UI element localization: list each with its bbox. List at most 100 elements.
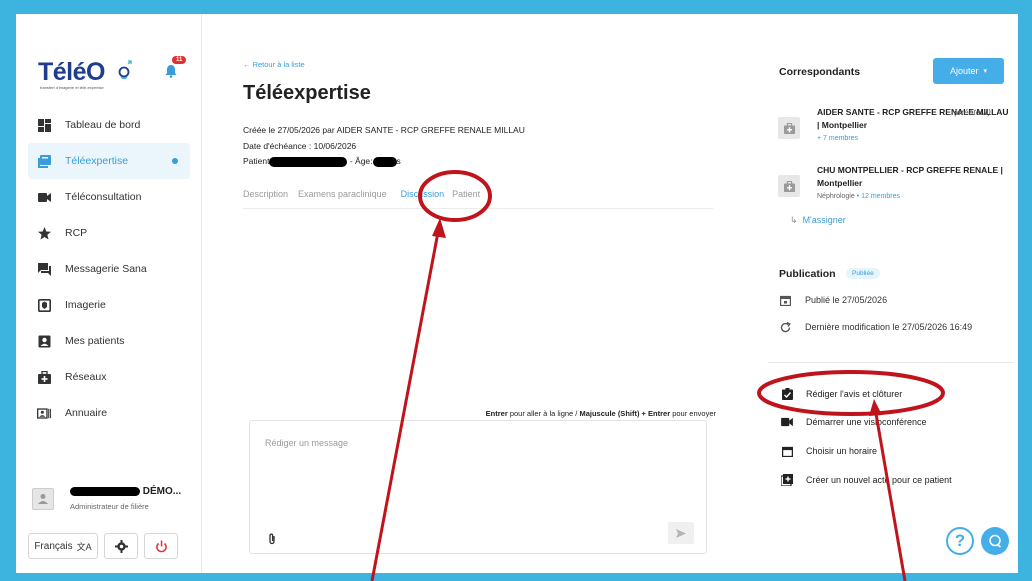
question-icon: ?: [954, 531, 966, 550]
app-logo[interactable]: TéléO: [38, 58, 105, 87]
clipboard-check-icon: [781, 388, 793, 400]
sidebar-item-mes-patients[interactable]: Mes patients: [16, 323, 202, 359]
last-modified-label: Dernière modification le 27/05/2026 16:4…: [805, 322, 973, 332]
redacted-age: [372, 156, 397, 167]
write-opinion-and-close-action[interactable]: Rédiger l'avis et clôturer: [781, 388, 902, 400]
page-title: Téléexpertise: [243, 82, 371, 104]
help-button[interactable]: ?: [946, 527, 974, 555]
divider: [768, 362, 1013, 363]
members-count: • 12 membres: [854, 193, 900, 200]
tab-patient[interactable]: Patient: [452, 189, 480, 209]
avatar: [32, 488, 54, 510]
logout-button[interactable]: [144, 533, 178, 559]
logo-mark-icon: [118, 60, 132, 80]
correspondent-name: AIDER SANTE - RCP GREFFE RENALE MILLAU |…: [817, 106, 1012, 132]
hint-text: pour aller à la ligne /: [507, 409, 580, 418]
chat-bubble-icon: [989, 534, 1001, 548]
sidebar-item-teleexpertise[interactable]: Téléexpertise: [28, 143, 190, 179]
sidebar-item-label: Tableau de bord: [65, 119, 141, 131]
patient-badge-icon: [37, 334, 51, 348]
sidebar-item-tableau-de-bord[interactable]: Tableau de bord: [16, 107, 202, 143]
hint-text-send: pour envoyer: [670, 409, 716, 418]
create-new-act-action[interactable]: Créer un nouvel acte pour ce patient: [781, 474, 952, 486]
sidebar-item-label: Téléexpertise: [65, 155, 129, 167]
right-panel: Correspondants Ajouter ▾ AIDER SANTE - R…: [768, 14, 1018, 573]
assign-link[interactable]: ↳ M'assigner: [790, 215, 846, 226]
subdirectory-arrow-icon: ↳: [790, 215, 798, 225]
published-label: Publié le 27/05/2026: [805, 295, 888, 305]
bell-icon[interactable]: [164, 64, 178, 78]
sidebar-item-annuaire[interactable]: Annuaire: [16, 395, 202, 431]
video-icon: [781, 416, 793, 428]
calendar-icon: [779, 294, 791, 306]
sidebar-item-label: Imagerie: [65, 299, 106, 311]
correspondent-members[interactable]: + 7 membres: [817, 135, 858, 142]
user-profile[interactable]: DÉMO... Administrateur de filière: [32, 486, 192, 520]
app-window: TéléO transfert d'imagerie et télé-exper…: [16, 14, 1018, 573]
gear-icon: [114, 539, 128, 553]
add-button-label: Ajouter: [949, 66, 979, 76]
settings-button[interactable]: [104, 533, 138, 559]
choose-schedule-action[interactable]: Choisir un horaire: [781, 445, 877, 457]
sidebar-footer: Français 文A: [28, 533, 178, 559]
back-link[interactable]: ← Retour à la liste: [243, 60, 305, 69]
translate-icon: 文A: [76, 541, 92, 552]
composer-hint: Entrer pour aller à la ligne / Majuscule…: [486, 409, 716, 418]
teleexpertise-icon: [37, 154, 51, 168]
sidebar-item-messagerie-sana[interactable]: Messagerie Sana: [16, 251, 202, 287]
star-icon: [37, 226, 51, 240]
message-input-placeholder: Rédiger un message: [265, 438, 349, 448]
paperclip-icon[interactable]: [268, 533, 276, 545]
sidebar-item-label: Réseaux: [65, 371, 107, 383]
age-label: - Âge:: [349, 156, 373, 166]
redacted-name: [70, 486, 140, 496]
tab-examens-paracliniques[interactable]: Examens paraclinique: [298, 189, 387, 209]
contact-card-icon: [37, 406, 51, 420]
calendar-icon: [781, 445, 793, 457]
message-composer[interactable]: Rédiger un message: [249, 420, 707, 554]
hint-key-enter: Entrer: [485, 409, 508, 418]
user-name: DÉMO...: [70, 486, 181, 497]
medical-bag-icon: [778, 117, 800, 139]
redacted-patient: [269, 156, 348, 167]
action-label: Rédiger l'avis et clôturer: [806, 389, 903, 399]
medical-bag-icon: [37, 370, 51, 384]
main-content: ← Retour à la liste Téléexpertise Créée …: [203, 14, 768, 573]
sidebar-item-label: Mes patients: [65, 335, 125, 347]
publication-title: Publication: [779, 268, 836, 280]
video-icon: [37, 190, 51, 204]
start-video-conference-action[interactable]: Démarrer une visioconférence: [781, 416, 927, 428]
age-suffix: s: [396, 156, 401, 166]
sidebar-item-imagerie[interactable]: Imagerie: [16, 287, 202, 323]
dashboard-icon: [37, 118, 51, 132]
send-button[interactable]: [668, 522, 694, 544]
send-icon: [676, 528, 686, 538]
sidebar-item-rcp[interactable]: RCP: [16, 215, 202, 251]
sidebar-item-reseaux[interactable]: Réseaux: [16, 359, 202, 395]
chat-icon: [37, 262, 51, 276]
sidebar-nav: Tableau de bord Téléexpertise Téléconsul…: [16, 107, 202, 431]
assign-label: M'assigner: [802, 215, 846, 225]
patient-info: Patient - Âge: s: [243, 156, 401, 167]
published-date: Publié le 27/05/2026: [779, 294, 887, 306]
correspondents-title: Correspondants: [779, 66, 861, 78]
language-button[interactable]: Français 文A: [28, 533, 98, 559]
creator-tag: (créateur): [954, 107, 991, 117]
sidebar: TéléO transfert d'imagerie et télé-exper…: [16, 14, 202, 573]
sidebar-item-teleconsultation[interactable]: Téléconsultation: [16, 179, 202, 215]
chevron-down-icon: ▾: [983, 68, 988, 75]
imaging-icon: [37, 298, 51, 312]
action-label: Créer un nouvel acte pour ce patient: [806, 475, 952, 485]
logo-tagline: transfert d'imagerie et télé-expertise: [40, 85, 104, 90]
correspondent-members[interactable]: Néphrologie • 12 membres: [817, 193, 900, 200]
active-indicator-dot: [172, 158, 178, 164]
support-chat-button[interactable]: [981, 527, 1009, 555]
tab-description[interactable]: Description: [243, 189, 288, 209]
user-name-text: DÉMO...: [142, 486, 182, 497]
add-button[interactable]: Ajouter ▾: [933, 58, 1004, 84]
tab-discussion[interactable]: Discussion: [401, 189, 445, 209]
language-label: Français: [34, 540, 73, 552]
power-icon: [155, 540, 167, 552]
action-label: Démarrer une visioconférence: [806, 417, 927, 427]
back-link-label: Retour à la liste: [252, 60, 305, 69]
